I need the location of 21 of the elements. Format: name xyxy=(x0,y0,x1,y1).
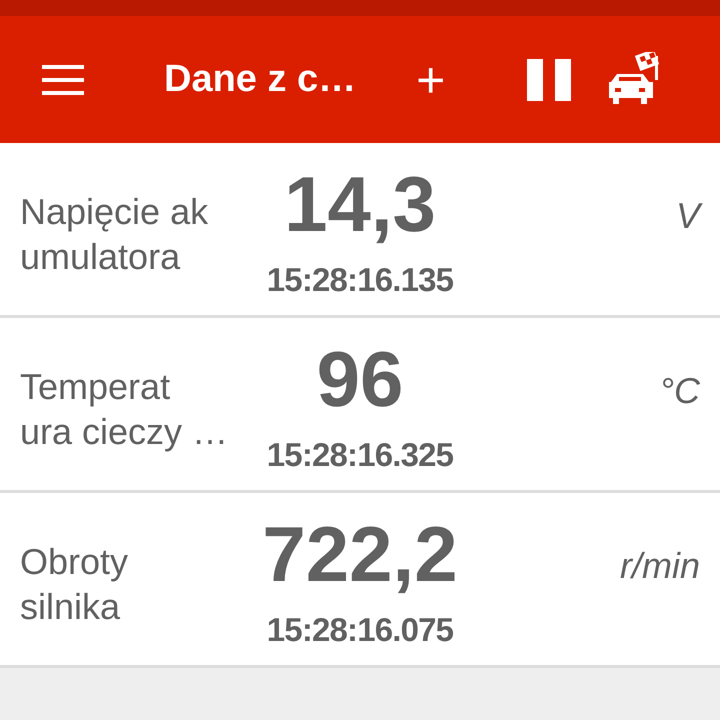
parameter-value: 96 xyxy=(316,340,404,418)
parameter-name: ura cieczy … xyxy=(20,410,230,454)
parameter-name: Obroty xyxy=(20,540,130,584)
data-row[interactable]: Napięcie ak umulatora 14,3 15:28:16.135 V xyxy=(0,143,720,318)
data-row[interactable]: Obroty silnika 722,2 15:28:16.075 r/min xyxy=(0,493,720,668)
unit-label: r/min xyxy=(620,548,700,584)
unit-label: °C xyxy=(660,373,700,409)
timestamp: 15:28:16.075 xyxy=(266,613,454,646)
toolbar-title: Dane z c… xyxy=(164,57,356,102)
add-button[interactable]: + xyxy=(416,54,446,104)
timestamp: 15:28:16.325 xyxy=(266,438,454,471)
menu-icon[interactable] xyxy=(42,64,84,94)
parameter-name: Temperat xyxy=(20,365,172,409)
parameter-name: umulatora xyxy=(20,235,182,279)
data-row[interactable]: Temperat ura cieczy … 96 15:28:16.325 °C xyxy=(0,318,720,493)
parameter-name: Napięcie ak xyxy=(20,190,210,234)
pause-icon[interactable] xyxy=(527,58,572,100)
timestamp: 15:28:16.135 xyxy=(266,263,454,296)
parameter-value: 14,3 xyxy=(284,165,436,243)
parameter-name: silnika xyxy=(20,585,122,629)
parameter-value: 722,2 xyxy=(262,515,458,593)
